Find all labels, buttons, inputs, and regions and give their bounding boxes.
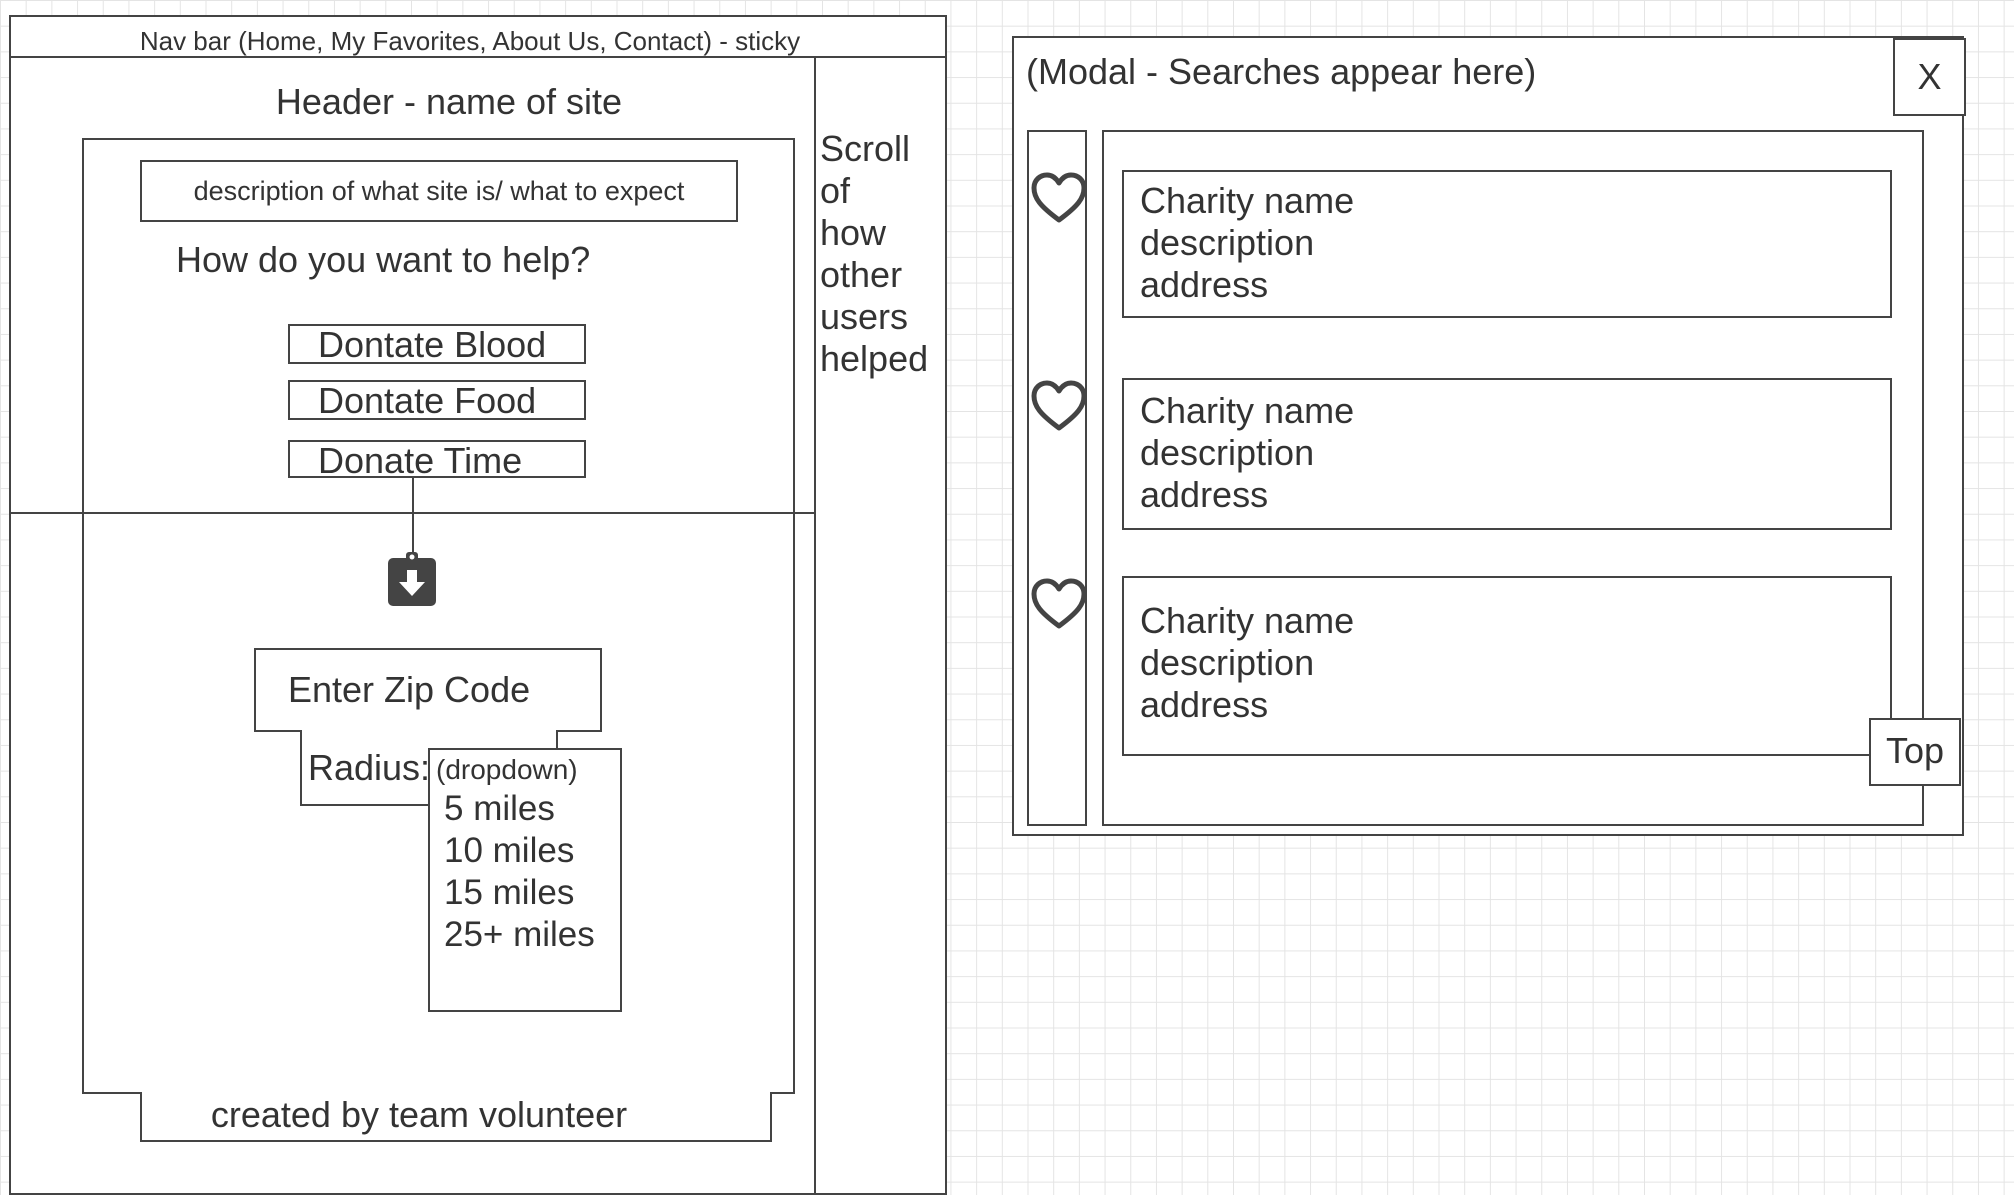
result-card[interactable]: Charity name description address [1122,576,1892,756]
dropdown-option[interactable]: 25+ miles [444,914,595,956]
clipboard-down-arrow-icon [388,552,436,606]
donate-blood-label: Dontate Blood [318,324,547,365]
sidebar-line: other [820,254,903,295]
site-description: description of what site is/ what to exp… [140,160,738,222]
heart-icon[interactable] [1030,172,1088,226]
sidebar-line: users [820,296,909,337]
search-modal: (Modal - Searches appear here) X Charity… [1012,36,1966,836]
radius-label: Radius: [308,747,431,788]
scroll-top-label: Top [1885,730,1945,771]
sidebar-divider [814,56,816,1195]
heart-icon[interactable] [1030,578,1088,632]
donate-blood-button[interactable]: Dontate Blood [288,324,586,364]
page-header: Header - name of site [275,81,623,122]
charity-description: description [1140,432,1315,473]
charity-name: Charity name [1140,390,1355,431]
zip-code-input[interactable]: Enter Zip Code [254,648,602,732]
connector-line [412,478,414,556]
sidebar-line: how [820,212,887,253]
sidebar-line: helped [820,338,929,379]
page-footer: created by team volunteer [140,1092,772,1142]
dropdown-option[interactable]: 5 miles [444,788,595,830]
charity-name: Charity name [1140,600,1355,641]
footer-text: created by team volunteer [210,1094,628,1135]
sidebar-scroll-text: Scroll of how other users helped [820,128,928,380]
result-card-text: Charity name description address [1140,180,1354,306]
charity-address: address [1140,264,1269,305]
donate-time-button[interactable]: Donate Time [288,440,586,481]
charity-description: description [1140,642,1315,683]
dropdown-option[interactable]: 15 miles [444,872,595,914]
favorites-column [1027,130,1087,826]
result-card[interactable]: Charity name description address [1122,378,1892,530]
charity-description: description [1140,222,1315,263]
dropdown-label: (dropdown) [436,754,578,785]
charity-name: Charity name [1140,180,1355,221]
result-card-text: Charity name description address [1140,600,1354,726]
close-label: X [1917,56,1942,97]
modal-close-button[interactable]: X [1893,38,1966,116]
donate-food-label: Dontate Food [318,380,537,421]
site-description-text: description of what site is/ what to exp… [193,176,685,206]
zip-code-placeholder: Enter Zip Code [288,669,531,710]
dropdown-option[interactable]: 10 miles [444,830,595,872]
dropdown-options: 5 miles 10 miles 15 miles 25+ miles [444,788,595,956]
result-card-text: Charity name description address [1140,390,1354,516]
donate-food-button[interactable]: Dontate Food [288,380,586,420]
charity-address: address [1140,474,1269,515]
heart-icon[interactable] [1030,380,1088,434]
result-card[interactable]: Charity name description address [1122,170,1892,318]
help-question: How do you want to help? [176,239,591,280]
donate-time-label: Donate Time [318,440,523,481]
scroll-top-button[interactable]: Top [1869,718,1961,786]
nav-bar[interactable]: Nav bar (Home, My Favorites, About Us, C… [9,24,931,58]
sidebar-line: of [820,170,851,211]
sidebar-line: Scroll [820,128,911,169]
charity-address: address [1140,684,1269,725]
modal-title: (Modal - Searches appear here) [1026,51,1537,92]
radius-dropdown[interactable]: (dropdown) 5 miles 10 miles 15 miles 25+… [428,748,622,1012]
